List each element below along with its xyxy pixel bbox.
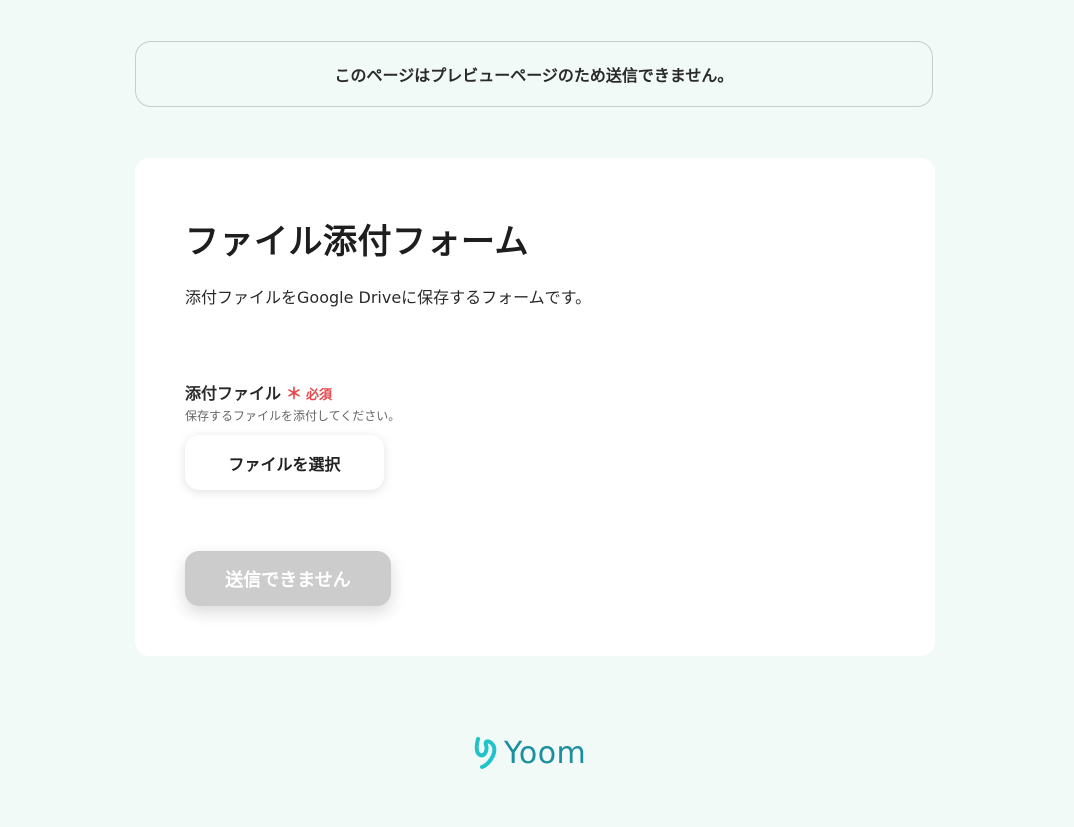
attachment-field-label-row: 添付ファイル ＊ 必須 [185, 380, 332, 404]
yoom-logo: Yoom [472, 735, 586, 771]
form-description: 添付ファイルをGoogle Driveに保存するフォームです。 [185, 288, 592, 307]
yoom-logo-icon [474, 737, 497, 769]
submit-button[interactable]: 送信できません [185, 551, 391, 606]
preview-notice: このページはプレビューページのため送信できません。 [135, 41, 933, 107]
required-asterisk: ＊ [286, 384, 303, 403]
attachment-field-label: 添付ファイル [185, 384, 282, 403]
choose-file-button[interactable]: ファイルを選択 [185, 435, 384, 490]
yoom-logo-text: Yoom [504, 735, 587, 771]
form-card: ファイル添付フォーム 添付ファイルをGoogle Driveに保存するフォームで… [135, 158, 935, 656]
attachment-field-help: 保存するファイルを添付してください。 [185, 409, 401, 423]
required-badge: 必須 [306, 388, 333, 403]
form-title: ファイル添付フォーム [185, 222, 529, 262]
preview-notice-text: このページはプレビューページのため送信できません。 [334, 66, 734, 85]
